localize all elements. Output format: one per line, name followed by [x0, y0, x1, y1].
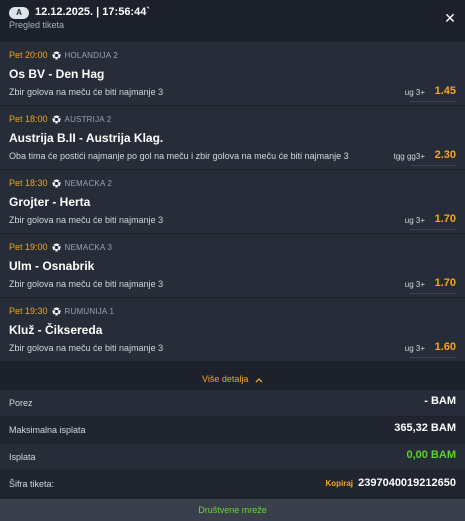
event-pick: ug 3+	[404, 280, 425, 289]
payout-row: Isplata 0,00 BAM	[0, 444, 465, 471]
event-row: Pet 19:30 RUMUNIJA 1 Kluž - Čiksereda Zb…	[0, 298, 465, 362]
page-title: Pregled tiketa	[9, 20, 65, 30]
max-payout-row: Maksimalna isplata 365,32 BAM	[0, 417, 465, 444]
tax-row: Porez - BAM	[0, 390, 465, 417]
event-time: Pet 19:00	[9, 242, 48, 252]
event-match: Grojter - Herta	[9, 195, 91, 209]
tax-label: Porez	[9, 398, 33, 408]
soccer-ball-icon	[51, 178, 61, 188]
ticket-header: A 12.12.2025. | 17:56:44` Pregled tiketa…	[0, 0, 465, 40]
event-market: Zbir golova na meču će biti najmanje 3	[9, 343, 164, 353]
odd-divider	[410, 165, 456, 166]
chevron-up-icon	[255, 377, 263, 383]
ticket-date: 12.12.2025. | 17:56:44`	[35, 6, 150, 18]
ticket-code-row: Šifra tiketa: Kopiraj 2397040019212650	[0, 471, 465, 498]
event-time: Pet 20:00	[9, 50, 48, 60]
event-league: RUMUNIJA 1	[64, 306, 115, 316]
event-league: NEMACKA 2	[64, 178, 113, 188]
payout-label: Isplata	[9, 452, 36, 462]
more-details-label: Više detalja	[202, 374, 249, 384]
event-row: Pet 20:00 HOLANDIJA 2 Os BV - Den Hag Zb…	[0, 42, 465, 106]
event-match: Austrija B.II - Austrija Klag.	[9, 131, 164, 145]
event-time: Pet 19:30	[9, 306, 48, 316]
ticket-summary: Porez - BAM Maksimalna isplata 365,32 BA…	[0, 390, 465, 498]
event-odd: 2.30	[434, 149, 456, 161]
event-pick: ug 3+	[404, 88, 425, 97]
soccer-ball-icon	[51, 114, 61, 124]
soccer-ball-icon	[51, 306, 61, 316]
payout-value: 0,00 BAM	[406, 449, 456, 461]
ticket-code-label: Šifra tiketa:	[9, 479, 55, 489]
event-row: Pet 18:30 NEMACKA 2 Grojter - Herta Zbir…	[0, 170, 465, 234]
event-row: Pet 19:00 NEMACKA 3 Ulm - Osnabrik Zbir …	[0, 234, 465, 298]
event-match: Os BV - Den Hag	[9, 67, 105, 81]
soccer-ball-icon	[51, 50, 61, 60]
event-league: AUSTRIJA 2	[64, 114, 112, 124]
event-pick: ug 3+	[404, 216, 425, 225]
odd-divider	[410, 293, 456, 294]
event-meta: Pet 18:30 NEMACKA 2	[9, 177, 112, 189]
copy-button[interactable]: Kopiraj	[325, 479, 353, 488]
event-meta: Pet 19:00 NEMACKA 3	[9, 241, 112, 253]
event-odd: 1.70	[434, 277, 456, 289]
more-details-button[interactable]: Više detalja	[0, 368, 465, 390]
event-pick: ug 3+	[404, 344, 425, 353]
event-odd: 1.45	[434, 85, 456, 97]
odd-divider	[410, 357, 456, 358]
event-match: Ulm - Osnabrik	[9, 259, 95, 273]
max-payout-value: 365,32 BAM	[394, 422, 456, 434]
soccer-ball-icon	[51, 242, 61, 252]
event-list: Pet 20:00 HOLANDIJA 2 Os BV - Den Hag Zb…	[0, 42, 465, 362]
event-meta: Pet 19:30 RUMUNIJA 1	[9, 305, 114, 317]
odd-divider	[410, 101, 456, 102]
ticket-code: 2397040019212650	[358, 477, 456, 489]
event-odd: 1.60	[434, 341, 456, 353]
event-meta: Pet 20:00 HOLANDIJA 2	[9, 49, 118, 61]
event-league: NEMACKA 3	[64, 242, 113, 252]
close-icon[interactable]: ✕	[442, 10, 458, 26]
social-networks-button[interactable]: Društvene mreže	[0, 499, 465, 521]
event-match: Kluž - Čiksereda	[9, 323, 103, 337]
odd-divider	[410, 229, 456, 230]
event-pick: tgg gg3+	[393, 152, 425, 161]
event-meta: Pet 18:00 AUSTRIJA 2	[9, 113, 111, 125]
event-league: HOLANDIJA 2	[64, 50, 118, 60]
event-market: Oba tima će postići najmanje po gol na m…	[9, 151, 349, 161]
max-payout-label: Maksimalna isplata	[9, 425, 86, 435]
event-market: Zbir golova na meču će biti najmanje 3	[9, 279, 164, 289]
event-row: Pet 18:00 AUSTRIJA 2 Austrija B.II - Aus…	[0, 106, 465, 170]
ticket-status-badge: A	[9, 7, 29, 19]
event-market: Zbir golova na meču će biti najmanje 3	[9, 215, 164, 225]
event-market: Zbir golova na meču će biti najmanje 3	[9, 87, 164, 97]
event-time: Pet 18:00	[9, 114, 48, 124]
event-time: Pet 18:30	[9, 178, 48, 188]
tax-value: - BAM	[424, 395, 456, 407]
event-odd: 1.70	[434, 213, 456, 225]
